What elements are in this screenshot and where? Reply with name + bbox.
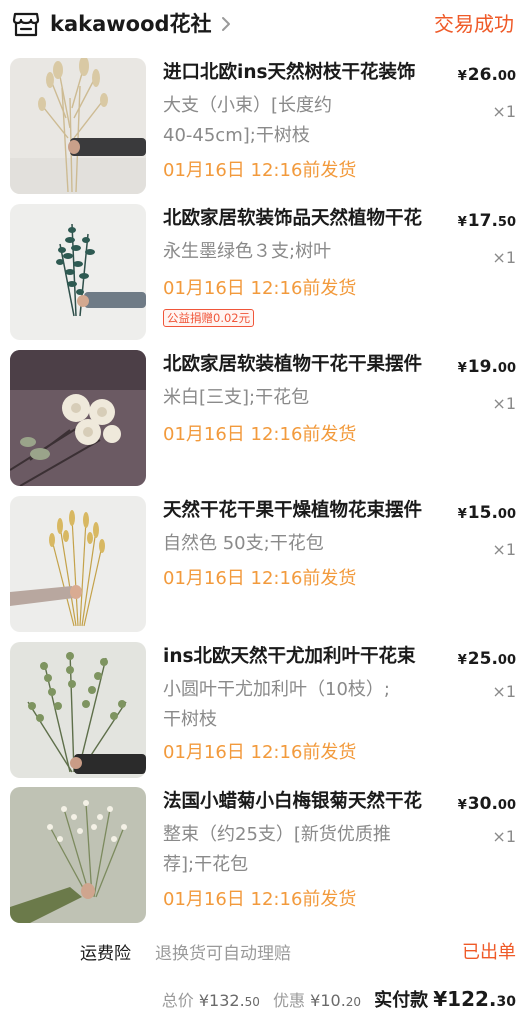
product-spec: 永生墨绿色３支;树叶 bbox=[163, 241, 332, 262]
product-spec: 大支（小束）[长度约 bbox=[163, 95, 333, 116]
product-price: ¥17.50 bbox=[457, 211, 516, 231]
product-quantity: ×1 bbox=[492, 682, 516, 701]
product-spec: 小圆叶干尤加利叶（10枝）; bbox=[163, 679, 390, 700]
ship-deadline: 01月16日 12:16前发货 bbox=[163, 742, 357, 763]
charity-badge: 公益捐赠0.02元 bbox=[163, 309, 255, 327]
paid-label: 实付款 bbox=[374, 990, 429, 1011]
product-title[interactable]: 北欧家居软装饰品天然植物干花 bbox=[163, 206, 448, 232]
ship-deadline: 01月16日 12:16前发货 bbox=[163, 568, 357, 589]
chevron-right-icon[interactable] bbox=[219, 14, 233, 34]
paid-value: ¥122.30 bbox=[433, 987, 516, 1011]
order-totals: 总价 ¥132.50 优惠 ¥10.20 实付款 ¥122.30 bbox=[0, 982, 530, 1018]
insurance-description: 退换货可自动理赔 bbox=[155, 944, 291, 964]
product-price: ¥30.00 bbox=[457, 794, 516, 814]
ship-deadline: 01月16日 12:16前发货 bbox=[163, 160, 357, 181]
discount-value: ¥10.20 bbox=[310, 991, 362, 1010]
order-status: 交易成功 bbox=[434, 12, 514, 36]
product-quantity: ×1 bbox=[492, 102, 516, 121]
product-spec: 整束（约25支）[新货优质推 bbox=[163, 824, 391, 845]
product-spec-continued: 荐];干花包 bbox=[163, 854, 249, 875]
product-title[interactable]: ins北欧天然干尤加利叶干花束 bbox=[163, 644, 448, 670]
product-title[interactable]: 进口北欧ins天然树枝干花装饰 bbox=[163, 60, 448, 86]
store-icon bbox=[12, 12, 40, 37]
ship-deadline: 01月16日 12:16前发货 bbox=[163, 278, 357, 299]
product-image[interactable] bbox=[10, 58, 146, 194]
order-header: kakawood花社 交易成功 bbox=[0, 0, 530, 50]
product-title[interactable]: 法国小蜡菊小白梅银菊天然干花 bbox=[163, 789, 448, 815]
product-image[interactable] bbox=[10, 642, 146, 778]
product-image[interactable] bbox=[10, 350, 146, 486]
product-price: ¥19.00 bbox=[457, 357, 516, 377]
product-quantity: ×1 bbox=[492, 540, 516, 559]
store-name[interactable]: kakawood花社 bbox=[50, 10, 212, 38]
product-quantity: ×1 bbox=[492, 394, 516, 413]
total-label: 总价 bbox=[161, 991, 194, 1010]
product-quantity: ×1 bbox=[492, 827, 516, 846]
product-image[interactable] bbox=[10, 204, 146, 340]
product-image[interactable] bbox=[10, 496, 146, 632]
product-spec-continued: 干树枝 bbox=[163, 709, 217, 730]
shipping-insurance-row[interactable]: 运费险 退换货可自动理赔 已出单 bbox=[0, 935, 530, 969]
product-price: ¥26.00 bbox=[457, 65, 516, 85]
product-spec-continued: 40-45cm];干树枝 bbox=[163, 125, 310, 146]
product-title[interactable]: 天然干花干果干燥植物花束摆件 bbox=[163, 498, 448, 524]
ship-deadline: 01月16日 12:16前发货 bbox=[163, 889, 357, 910]
product-spec: 米白[三支];干花包 bbox=[163, 387, 310, 408]
insurance-label: 运费险 bbox=[80, 944, 131, 964]
product-price: ¥15.00 bbox=[457, 503, 516, 523]
product-spec: 自然色 50支;干花包 bbox=[163, 533, 324, 554]
product-quantity: ×1 bbox=[492, 248, 516, 267]
product-price: ¥25.00 bbox=[457, 649, 516, 669]
total-value: ¥132.50 bbox=[198, 991, 260, 1010]
insurance-status: 已出单 bbox=[462, 942, 516, 963]
product-title[interactable]: 北欧家居软装植物干花干果摆件 bbox=[163, 352, 448, 378]
discount-label: 优惠 bbox=[273, 991, 306, 1010]
product-image[interactable] bbox=[10, 787, 146, 923]
ship-deadline: 01月16日 12:16前发货 bbox=[163, 424, 357, 445]
